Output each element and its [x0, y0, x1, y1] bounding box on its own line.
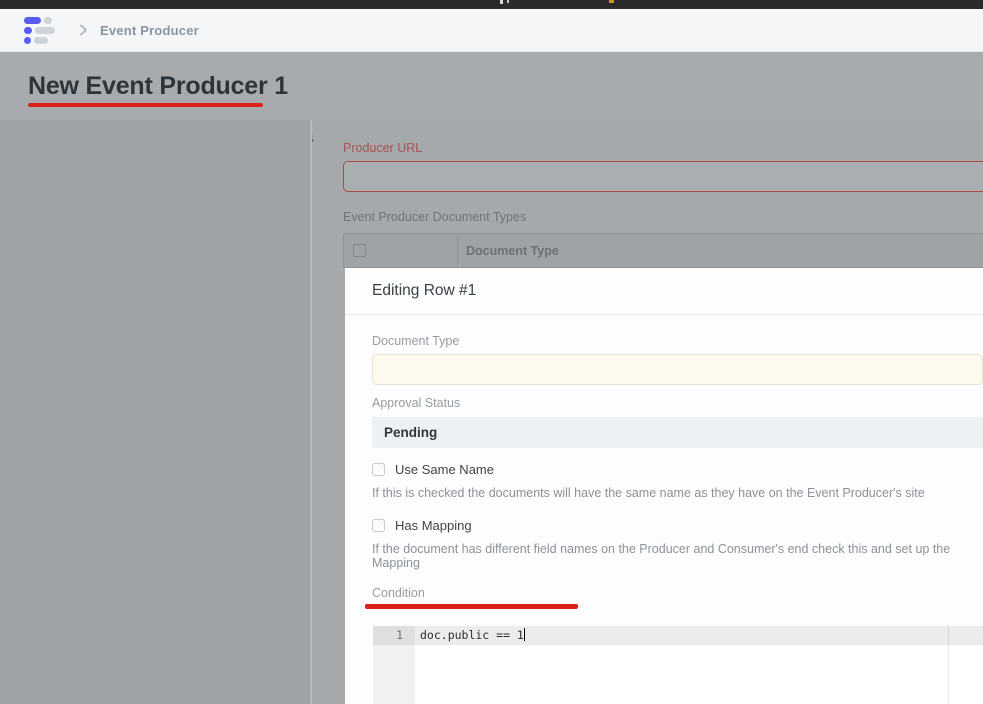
has-mapping-row[interactable]: Has Mapping	[372, 518, 983, 533]
use-same-name-checkbox[interactable]	[372, 463, 385, 476]
app-logo-icon[interactable]	[24, 17, 58, 44]
column-header-document-type: Document Type	[458, 234, 983, 267]
use-same-name-label: Use Same Name	[395, 462, 494, 477]
approval-status-label: Approval Status	[372, 396, 983, 410]
has-mapping-help: If the document has different field name…	[372, 542, 983, 570]
tab-text-fragment-icon	[507, 0, 509, 3]
editor-code-line[interactable]: doc.public == 1	[420, 628, 525, 642]
producer-url-input[interactable]	[343, 161, 983, 192]
annotation-underline-title	[28, 103, 263, 107]
select-all-checkbox[interactable]	[353, 244, 366, 257]
sidebar	[0, 120, 312, 704]
document-types-section-label: Event Producer Document Types	[343, 210, 526, 224]
has-mapping-label: Has Mapping	[395, 518, 472, 533]
producer-url-label: Producer URL	[343, 141, 422, 155]
tab-favicon-fragment-icon	[609, 0, 614, 3]
browser-top-strip	[0, 0, 983, 9]
use-same-name-row[interactable]: Use Same Name	[372, 462, 983, 477]
has-mapping-checkbox[interactable]	[372, 519, 385, 532]
document-type-label: Document Type	[372, 334, 983, 348]
document-type-input[interactable]	[372, 354, 983, 385]
select-all-cell	[344, 234, 458, 267]
panel-body: Document Type Approval Status Pending Us…	[372, 316, 983, 704]
title-bar: New Event Producer 1 Not Saved	[0, 52, 983, 120]
document-types-table-header: Document Type	[343, 233, 983, 268]
annotation-underline-code	[365, 604, 578, 609]
condition-label: Condition	[372, 586, 983, 600]
page-title: New Event Producer 1	[28, 72, 288, 101]
approval-status-value: Pending	[372, 417, 983, 448]
app-header: Event Producer	[0, 9, 983, 52]
text-cursor-icon	[524, 628, 526, 641]
code-text: doc.public == 1	[420, 628, 524, 642]
condition-code-editor[interactable]: 1 doc.public == 1	[373, 626, 983, 704]
panel-header: Editing Row #1	[345, 268, 983, 315]
breadcrumb[interactable]: Event Producer	[100, 23, 199, 38]
panel-title: Editing Row #1	[372, 282, 476, 300]
chevron-right-icon	[76, 23, 90, 37]
editing-row-panel: Editing Row #1 Document Type Approval St…	[345, 268, 983, 704]
use-same-name-help: If this is checked the documents will ha…	[372, 486, 983, 500]
editor-line-number: 1	[373, 628, 403, 642]
tab-text-fragment-icon	[500, 0, 503, 4]
